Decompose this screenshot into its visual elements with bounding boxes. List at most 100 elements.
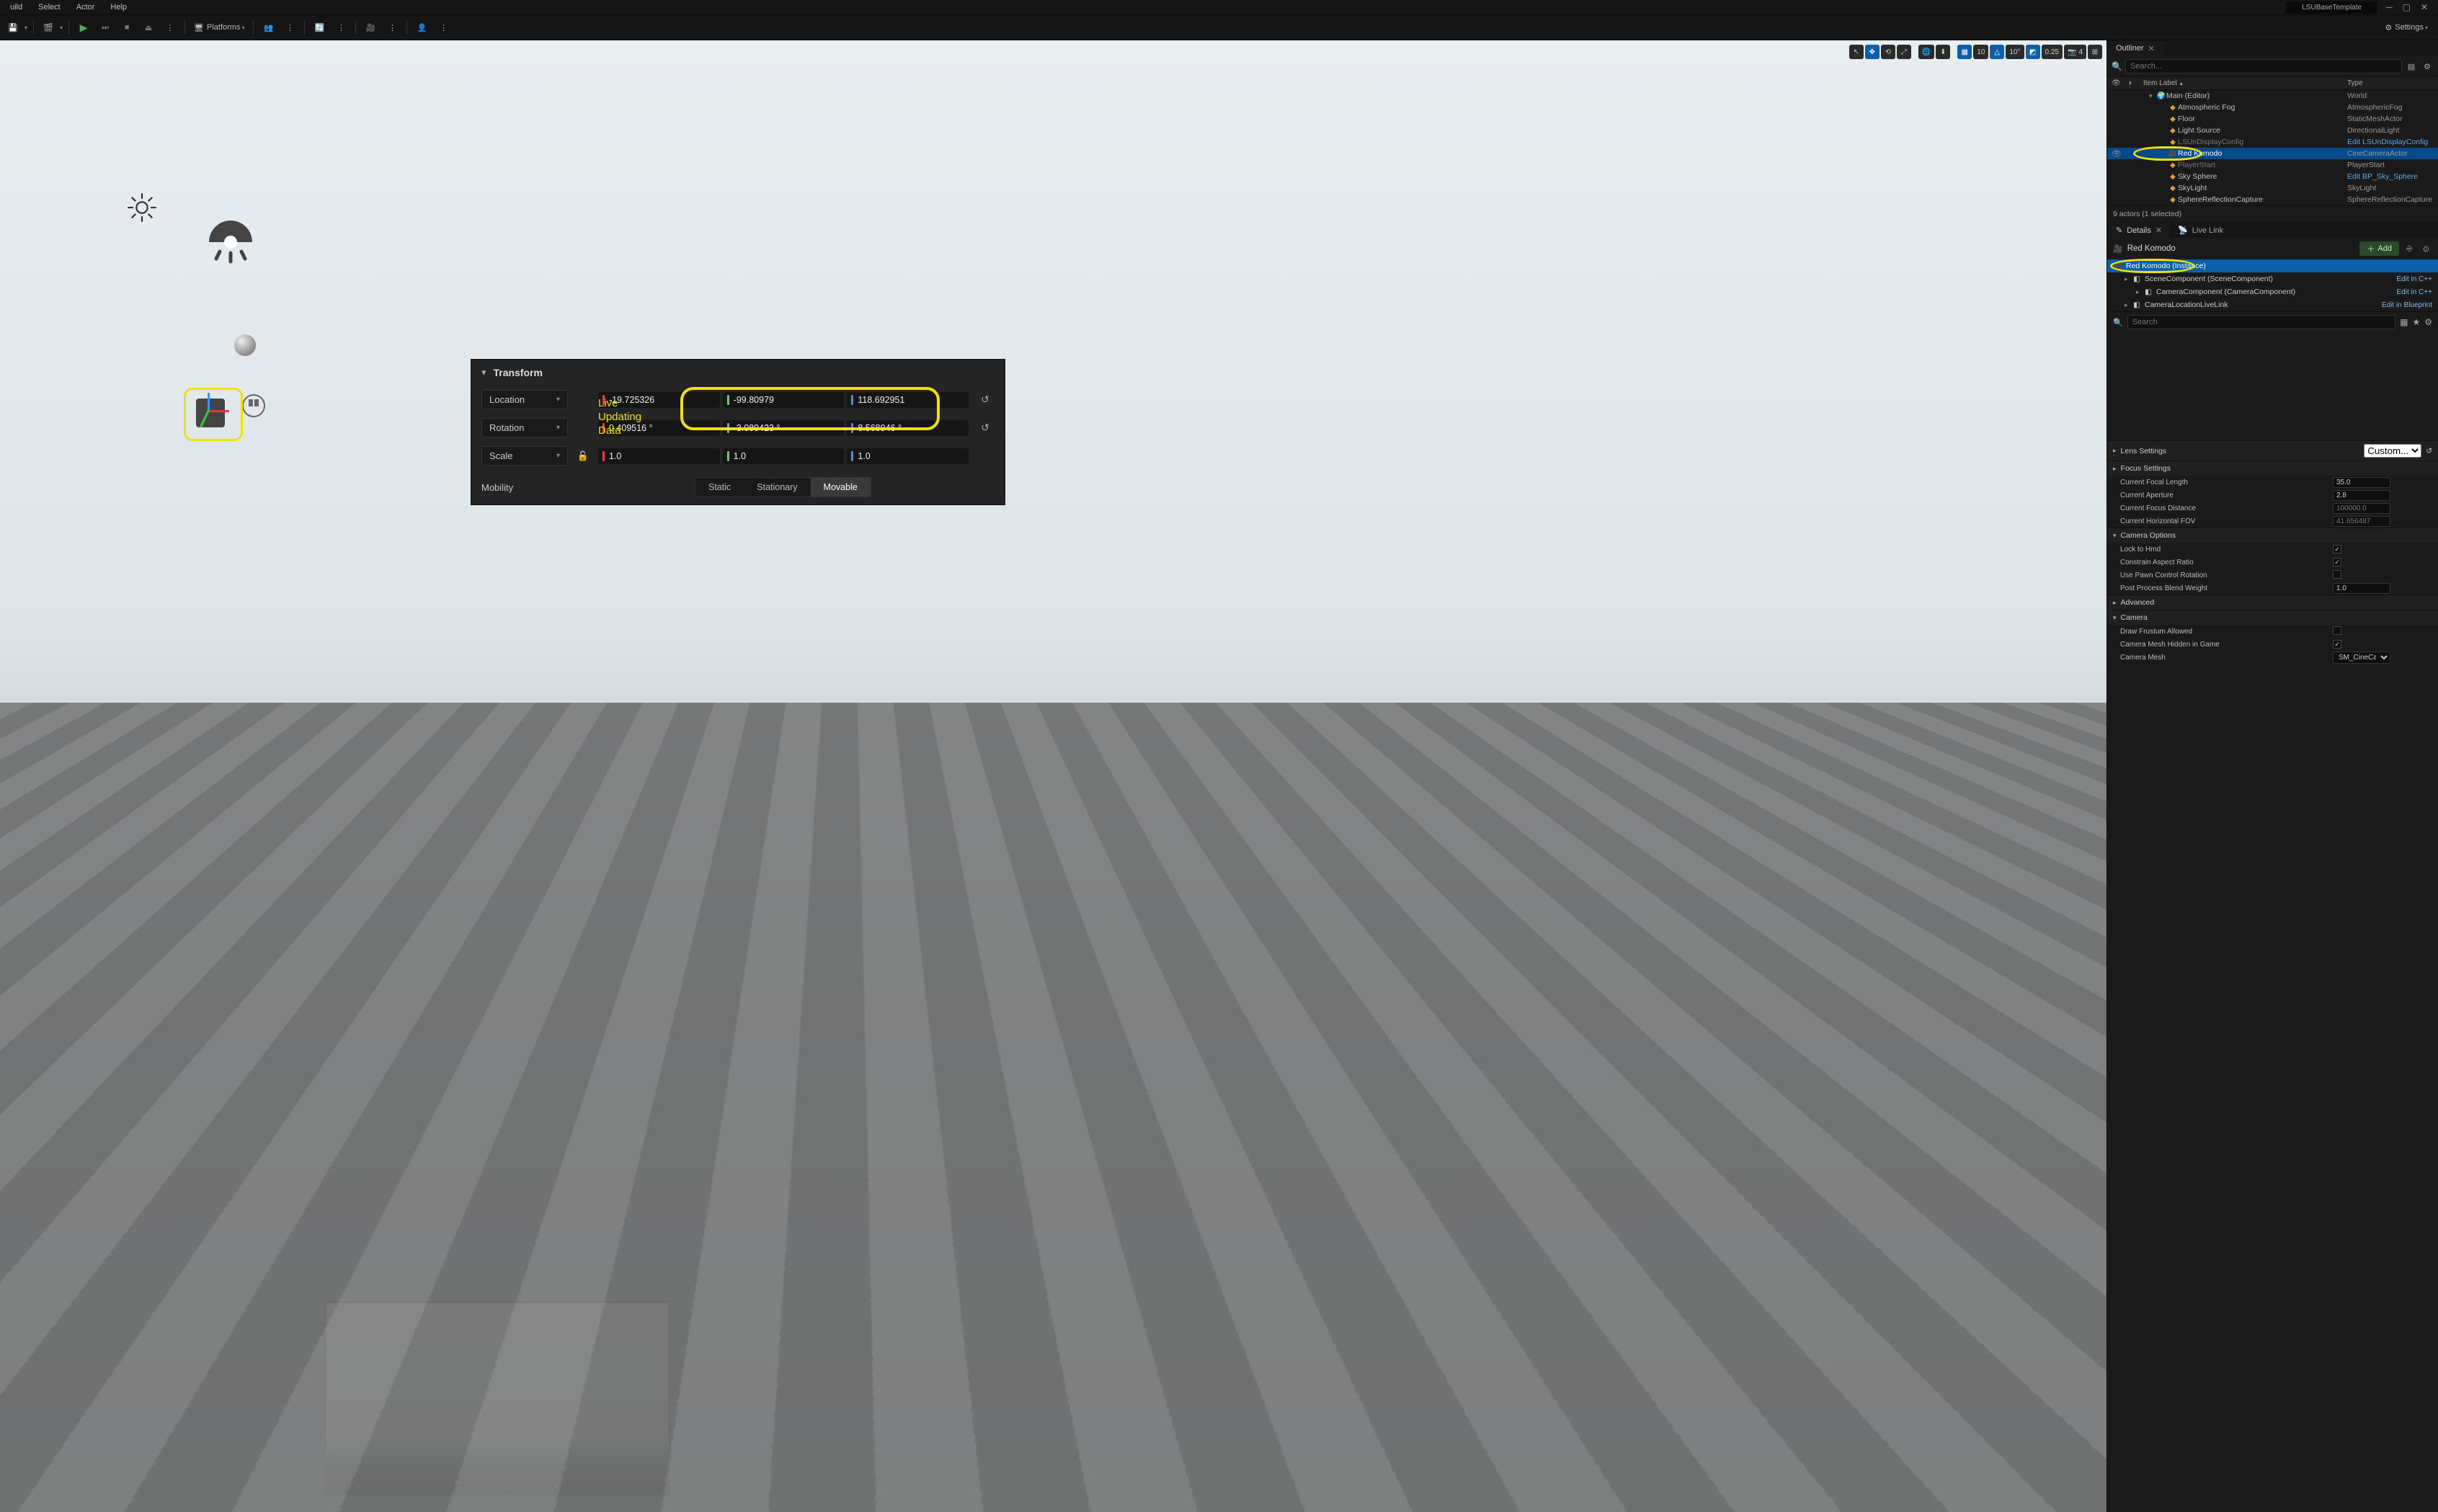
location-label-button[interactable]: Location▾ xyxy=(481,390,568,409)
scale-z-input[interactable]: 1.0 xyxy=(847,448,969,464)
location-y-input[interactable]: -99.80979 xyxy=(723,392,845,408)
focus-settings-category[interactable]: ▸Focus Settings xyxy=(2107,461,2438,476)
lens-settings-category[interactable]: ▸Lens Settings Custom... ↺ xyxy=(2107,440,2438,461)
actor-type[interactable]: Edit LSUnDisplayConfig xyxy=(2347,138,2434,146)
edit-link[interactable]: Edit in Blueprint xyxy=(2382,301,2432,309)
rotation-y-input[interactable]: -3.080423 ° xyxy=(723,420,845,436)
eject-icon[interactable]: ⏏ xyxy=(140,19,157,36)
rotate-tool-icon[interactable]: ⟲ xyxy=(1881,45,1895,59)
angle-snap-toggle[interactable]: △ xyxy=(1990,45,2004,59)
details-search-input[interactable] xyxy=(2127,315,2395,329)
item-label-column[interactable]: Item Label ▴ xyxy=(2143,79,2347,87)
livelink-tab[interactable]: 📡 Live Link xyxy=(2171,223,2230,238)
scale-y-input[interactable]: 1.0 xyxy=(723,448,845,464)
project-tab[interactable]: LSUBaseTemplate xyxy=(2286,1,2377,14)
mobility-movable-button[interactable]: Movable xyxy=(811,478,871,497)
component-row[interactable]: ▸◧CameraComponent (CameraComponent)Edit … xyxy=(2107,285,2438,298)
outliner-settings-icon[interactable]: ⚙ xyxy=(2421,60,2434,73)
visibility-column-icon[interactable]: 👁 xyxy=(2112,79,2127,87)
outliner-row[interactable]: ◆PlayerStartPlayerStart xyxy=(2107,159,2438,171)
lens-settings-select[interactable]: Custom... xyxy=(2364,444,2421,458)
outliner-search-input[interactable] xyxy=(2125,59,2402,74)
grid-snap-value[interactable]: 10 xyxy=(1973,45,1988,59)
play-icon[interactable]: ▶ xyxy=(75,19,92,36)
outliner-row[interactable]: ◆Light SourceDirectionalLight xyxy=(2107,125,2438,136)
settings-button[interactable]: ⚙ Settings ▾ xyxy=(2379,20,2434,35)
rotation-z-input[interactable]: 8.568946 ° xyxy=(847,420,969,436)
add-component-button[interactable]: ＋ Add xyxy=(2359,241,2399,256)
visibility-toggle[interactable]: 👁 xyxy=(2112,149,2127,159)
details-locate-icon[interactable]: ⊙ xyxy=(2420,244,2432,254)
menu-build[interactable]: uild xyxy=(3,1,30,13)
play-options-icon[interactable]: ⋮ xyxy=(161,19,179,36)
details-actor-name[interactable]: Red Komodo xyxy=(2127,244,2356,253)
selected-camera-gizmo[interactable] xyxy=(184,388,243,441)
surface-snap-icon[interactable]: ⬇ xyxy=(1936,45,1950,59)
scale-lock-icon[interactable]: 🔓 xyxy=(575,450,591,462)
grid-snap-toggle[interactable]: ▦ xyxy=(1957,45,1972,59)
location-reset-icon[interactable]: ↺ xyxy=(976,393,995,406)
save-icon[interactable]: 💾 xyxy=(4,19,22,36)
focal-length-input[interactable] xyxy=(2333,477,2390,488)
edit-link[interactable]: Edit in C++ xyxy=(2397,275,2432,283)
outliner-row[interactable]: ◆SphereReflectionCaptureSphereReflection… xyxy=(2107,194,2438,205)
rotation-label-button[interactable]: Rotation▾ xyxy=(481,418,568,437)
scale-x-input[interactable]: 1.0 xyxy=(598,448,720,464)
platforms-button[interactable]: 🖥 Platforms ▾ xyxy=(191,23,247,32)
lock-hmd-checkbox[interactable]: ✓ xyxy=(2333,545,2341,553)
pawn-rot-checkbox[interactable] xyxy=(2333,570,2341,579)
add-content-drop-icon[interactable]: ⋮ xyxy=(435,19,452,36)
camera-mesh-select[interactable]: SM_CineCam xyxy=(2333,652,2390,664)
add-content-icon[interactable]: 👤 xyxy=(413,19,430,36)
mesh-hidden-checkbox[interactable]: ✓ xyxy=(2333,640,2341,649)
type-column[interactable]: Type xyxy=(2347,79,2434,87)
axis-z[interactable] xyxy=(208,393,210,412)
edit-link[interactable]: Edit in C++ xyxy=(2397,288,2432,296)
skylight-gizmo[interactable] xyxy=(202,217,259,267)
camera-category[interactable]: ▾Camera xyxy=(2107,610,2438,625)
outliner-tab-close-icon[interactable]: ✕ xyxy=(2148,44,2155,53)
mobility-stationary-button[interactable]: Stationary xyxy=(744,478,810,497)
sequencer-drop-icon[interactable]: ⋮ xyxy=(281,19,298,36)
menu-actor[interactable]: Actor xyxy=(69,1,102,13)
rotation-reset-icon[interactable]: ↺ xyxy=(976,422,995,434)
viewport-layout-icon[interactable]: ⊞ xyxy=(2088,45,2102,59)
close-icon[interactable]: ✕ xyxy=(2421,2,2428,12)
details-view-grid-icon[interactable]: ▦ xyxy=(2400,317,2408,327)
outliner-row[interactable]: ◆LSUnDisplayConfigEdit LSUnDisplayConfig xyxy=(2107,136,2438,148)
minimize-icon[interactable]: ─ xyxy=(2386,2,2393,12)
scale-snap-toggle[interactable]: ◩ xyxy=(2026,45,2040,59)
outliner-row[interactable]: ◆Sky SphereEdit BP_Sky_Sphere xyxy=(2107,171,2438,182)
step-icon[interactable]: ⏭ xyxy=(97,19,114,36)
scale-label-button[interactable]: Scale▾ xyxy=(481,446,568,466)
details-browse-icon[interactable]: ⎆ xyxy=(2403,244,2416,254)
viewport[interactable]: Custom (26.6mm x 15mm) | Zoom: 35mm | Av… xyxy=(0,40,2106,1512)
draw-frustum-checkbox[interactable] xyxy=(2333,626,2341,635)
component-row[interactable]: ▸◧SceneComponent (SceneComponent)Edit in… xyxy=(2107,272,2438,285)
location-z-input[interactable]: 118.692951 xyxy=(847,392,969,408)
scale-snap-value[interactable]: 0.25 xyxy=(2042,45,2063,59)
advanced-category[interactable]: ▸Advanced xyxy=(2107,595,2438,610)
cinematics-drop-icon[interactable]: ⋮ xyxy=(383,19,401,36)
player-start-gizmo[interactable] xyxy=(241,393,266,418)
camera-options-category[interactable]: ▾Camera Options xyxy=(2107,528,2438,543)
outliner-tab[interactable]: Outliner ✕ xyxy=(2107,41,2163,56)
save-dropdown-icon[interactable]: ▾ xyxy=(25,25,27,31)
details-tab-close-icon[interactable]: ✕ xyxy=(2156,226,2162,235)
details-tab[interactable]: ✎ Details ✕ xyxy=(2109,223,2169,238)
constrain-ar-checkbox[interactable]: ✓ xyxy=(2333,558,2341,566)
aperture-input[interactable] xyxy=(2333,490,2390,501)
outliner-row[interactable]: ◆FloorStaticMeshActor xyxy=(2107,113,2438,125)
coord-space-icon[interactable]: 🌐 xyxy=(1918,45,1934,59)
maximize-icon[interactable]: ▢ xyxy=(2403,2,2411,12)
cinematics-icon[interactable]: 🎥 xyxy=(362,19,379,36)
component-row[interactable]: ▸◧CameraLocationLiveLinkEdit in Blueprin… xyxy=(2107,298,2438,311)
axis-x[interactable] xyxy=(208,410,229,412)
blueprint-drop-icon[interactable]: ⋮ xyxy=(332,19,350,36)
reflection-sphere-gizmo[interactable] xyxy=(234,334,256,356)
transform-header[interactable]: ▾ Transform xyxy=(471,360,1005,386)
select-tool-icon[interactable]: ↖ xyxy=(1849,45,1864,59)
pin-column-icon[interactable]: ◑ xyxy=(2127,79,2143,87)
modes-dropdown-icon[interactable]: ▾ xyxy=(60,25,63,31)
actor-type[interactable]: Edit BP_Sky_Sphere xyxy=(2347,172,2434,181)
